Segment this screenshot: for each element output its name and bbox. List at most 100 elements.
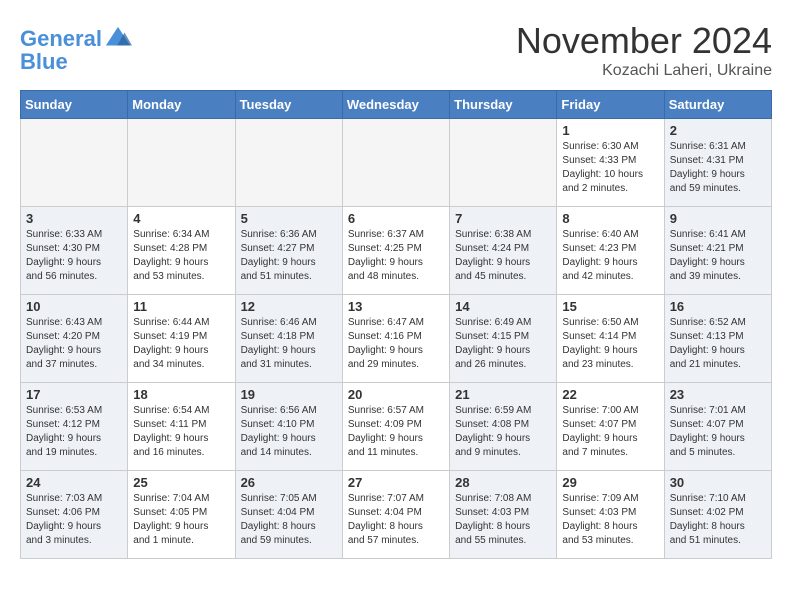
calendar-cell: 14 Sunrise: 6:49 AMSunset: 4:15 PMDayligh… — [450, 295, 557, 383]
calendar-table: SundayMondayTuesdayWednesdayThursdayFrid… — [20, 90, 772, 559]
calendar-cell: 17 Sunrise: 6:53 AMSunset: 4:12 PMDayligh… — [21, 383, 128, 471]
day-info: Sunrise: 7:08 AMSunset: 4:03 PMDaylight:… — [455, 492, 551, 548]
day-number: 6 — [348, 211, 444, 226]
day-number: 28 — [455, 475, 551, 490]
logo: General Blue — [20, 25, 132, 75]
day-info: Sunrise: 6:52 AMSunset: 4:13 PMDaylight:… — [670, 316, 766, 372]
calendar-cell: 25 Sunrise: 7:04 AMSunset: 4:05 PMDayligh… — [128, 471, 235, 559]
weekday-header: Wednesday — [342, 91, 449, 119]
calendar-body: 1Sunrise: 6:30 AMSunset: 4:33 PMDaylight… — [21, 119, 772, 559]
day-info: Sunrise: 6:30 AMSunset: 4:33 PMDaylight:… — [562, 140, 658, 196]
day-number: 10 — [26, 299, 122, 314]
day-number: 20 — [348, 387, 444, 402]
day-info: Sunrise: 7:03 AMSunset: 4:06 PMDaylight:… — [26, 492, 122, 548]
day-info: Sunrise: 7:04 AMSunset: 4:05 PMDaylight:… — [133, 492, 229, 548]
calendar-cell: 9Sunrise: 6:41 AMSunset: 4:21 PMDaylight… — [664, 207, 771, 295]
day-info: Sunrise: 6:37 AMSunset: 4:25 PMDaylight:… — [348, 228, 444, 284]
day-number: 13 — [348, 299, 444, 314]
day-info: Sunrise: 6:44 AMSunset: 4:19 PMDaylight:… — [133, 316, 229, 372]
day-info: Sunrise: 7:01 AMSunset: 4:07 PMDaylight:… — [670, 404, 766, 460]
day-number: 30 — [670, 475, 766, 490]
day-number: 16 — [670, 299, 766, 314]
day-number: 18 — [133, 387, 229, 402]
calendar-cell — [342, 119, 449, 207]
day-number: 3 — [26, 211, 122, 226]
calendar-cell: 21 Sunrise: 6:59 AMSunset: 4:08 PMDayligh… — [450, 383, 557, 471]
calendar-cell: 13 Sunrise: 6:47 AMSunset: 4:16 PMDayligh… — [342, 295, 449, 383]
calendar-cell: 12 Sunrise: 6:46 AMSunset: 4:18 PMDayligh… — [235, 295, 342, 383]
calendar-week-row: 3 Sunrise: 6:33 AMSunset: 4:30 PMDaylight… — [21, 207, 772, 295]
calendar-cell: 30 Sunrise: 7:10 AMSunset: 4:02 PMDayligh… — [664, 471, 771, 559]
weekday-header: Sunday — [21, 91, 128, 119]
calendar-cell: 15Sunrise: 6:50 AMSunset: 4:14 PMDayligh… — [557, 295, 664, 383]
calendar-cell: 1Sunrise: 6:30 AMSunset: 4:33 PMDaylight… — [557, 119, 664, 207]
weekday-header: Thursday — [450, 91, 557, 119]
day-info: Sunrise: 6:36 AMSunset: 4:27 PMDaylight:… — [241, 228, 337, 284]
day-info: Sunrise: 6:54 AMSunset: 4:11 PMDaylight:… — [133, 404, 229, 460]
day-number: 25 — [133, 475, 229, 490]
title-section: November 2024 Kozachi Laheri, Ukraine — [516, 20, 772, 80]
calendar-cell: 22Sunrise: 7:00 AMSunset: 4:07 PMDayligh… — [557, 383, 664, 471]
day-info: Sunrise: 6:53 AMSunset: 4:12 PMDaylight:… — [26, 404, 122, 460]
day-number: 8 — [562, 211, 658, 226]
calendar-cell: 16 Sunrise: 6:52 AMSunset: 4:13 PMDayligh… — [664, 295, 771, 383]
day-info: Sunrise: 6:57 AMSunset: 4:09 PMDaylight:… — [348, 404, 444, 460]
calendar-cell: 20 Sunrise: 6:57 AMSunset: 4:09 PMDayligh… — [342, 383, 449, 471]
calendar-cell: 19 Sunrise: 6:56 AMSunset: 4:10 PMDayligh… — [235, 383, 342, 471]
day-info: Sunrise: 7:10 AMSunset: 4:02 PMDaylight:… — [670, 492, 766, 548]
calendar-cell: 11Sunrise: 6:44 AMSunset: 4:19 PMDayligh… — [128, 295, 235, 383]
calendar-week-row: 17 Sunrise: 6:53 AMSunset: 4:12 PMDayligh… — [21, 383, 772, 471]
logo-text: General — [20, 27, 102, 51]
day-info: Sunrise: 7:05 AMSunset: 4:04 PMDaylight:… — [241, 492, 337, 548]
logo-blue: Blue — [20, 49, 68, 74]
weekday-header: Monday — [128, 91, 235, 119]
calendar-cell: 2Sunrise: 6:31 AMSunset: 4:31 PMDaylight… — [664, 119, 771, 207]
calendar-cell — [450, 119, 557, 207]
calendar-cell: 27 Sunrise: 7:07 AMSunset: 4:04 PMDayligh… — [342, 471, 449, 559]
day-info: Sunrise: 6:59 AMSunset: 4:08 PMDaylight:… — [455, 404, 551, 460]
calendar-cell: 5 Sunrise: 6:36 AMSunset: 4:27 PMDaylight… — [235, 207, 342, 295]
day-number: 2 — [670, 123, 766, 138]
day-info: Sunrise: 6:56 AMSunset: 4:10 PMDaylight:… — [241, 404, 337, 460]
calendar-cell: 28 Sunrise: 7:08 AMSunset: 4:03 PMDayligh… — [450, 471, 557, 559]
weekday-header: Friday — [557, 91, 664, 119]
day-info: Sunrise: 6:41 AMSunset: 4:21 PMDaylight:… — [670, 228, 766, 284]
day-info: Sunrise: 6:33 AMSunset: 4:30 PMDaylight:… — [26, 228, 122, 284]
day-number: 17 — [26, 387, 122, 402]
day-info: Sunrise: 7:07 AMSunset: 4:04 PMDaylight:… — [348, 492, 444, 548]
day-info: Sunrise: 6:49 AMSunset: 4:15 PMDaylight:… — [455, 316, 551, 372]
day-number: 26 — [241, 475, 337, 490]
calendar-cell — [128, 119, 235, 207]
calendar-week-row: 24Sunrise: 7:03 AMSunset: 4:06 PMDayligh… — [21, 471, 772, 559]
day-info: Sunrise: 6:38 AMSunset: 4:24 PMDaylight:… — [455, 228, 551, 284]
calendar-cell: 18 Sunrise: 6:54 AMSunset: 4:11 PMDayligh… — [128, 383, 235, 471]
day-info: Sunrise: 7:00 AMSunset: 4:07 PMDaylight:… — [562, 404, 658, 460]
day-number: 19 — [241, 387, 337, 402]
calendar-cell: 23 Sunrise: 7:01 AMSunset: 4:07 PMDayligh… — [664, 383, 771, 471]
day-number: 5 — [241, 211, 337, 226]
calendar-cell: 29Sunrise: 7:09 AMSunset: 4:03 PMDayligh… — [557, 471, 664, 559]
day-number: 27 — [348, 475, 444, 490]
day-number: 12 — [241, 299, 337, 314]
calendar-header-row: SundayMondayTuesdayWednesdayThursdayFrid… — [21, 91, 772, 119]
calendar-cell — [235, 119, 342, 207]
calendar-week-row: 10Sunrise: 6:43 AMSunset: 4:20 PMDayligh… — [21, 295, 772, 383]
day-number: 4 — [133, 211, 229, 226]
logo-icon — [104, 25, 132, 53]
calendar-title: November 2024 — [516, 20, 772, 62]
calendar-cell: 26 Sunrise: 7:05 AMSunset: 4:04 PMDayligh… — [235, 471, 342, 559]
day-info: Sunrise: 6:47 AMSunset: 4:16 PMDaylight:… — [348, 316, 444, 372]
day-number: 23 — [670, 387, 766, 402]
page-header: General Blue November 2024 Kozachi Laher… — [20, 20, 772, 80]
day-info: Sunrise: 6:46 AMSunset: 4:18 PMDaylight:… — [241, 316, 337, 372]
day-number: 14 — [455, 299, 551, 314]
calendar-cell: 10Sunrise: 6:43 AMSunset: 4:20 PMDayligh… — [21, 295, 128, 383]
day-info: Sunrise: 6:40 AMSunset: 4:23 PMDaylight:… — [562, 228, 658, 284]
calendar-cell: 3 Sunrise: 6:33 AMSunset: 4:30 PMDaylight… — [21, 207, 128, 295]
weekday-header: Saturday — [664, 91, 771, 119]
calendar-cell: 6 Sunrise: 6:37 AMSunset: 4:25 PMDaylight… — [342, 207, 449, 295]
day-number: 29 — [562, 475, 658, 490]
calendar-cell: 8 Sunrise: 6:40 AMSunset: 4:23 PMDaylight… — [557, 207, 664, 295]
day-number: 21 — [455, 387, 551, 402]
weekday-header: Tuesday — [235, 91, 342, 119]
